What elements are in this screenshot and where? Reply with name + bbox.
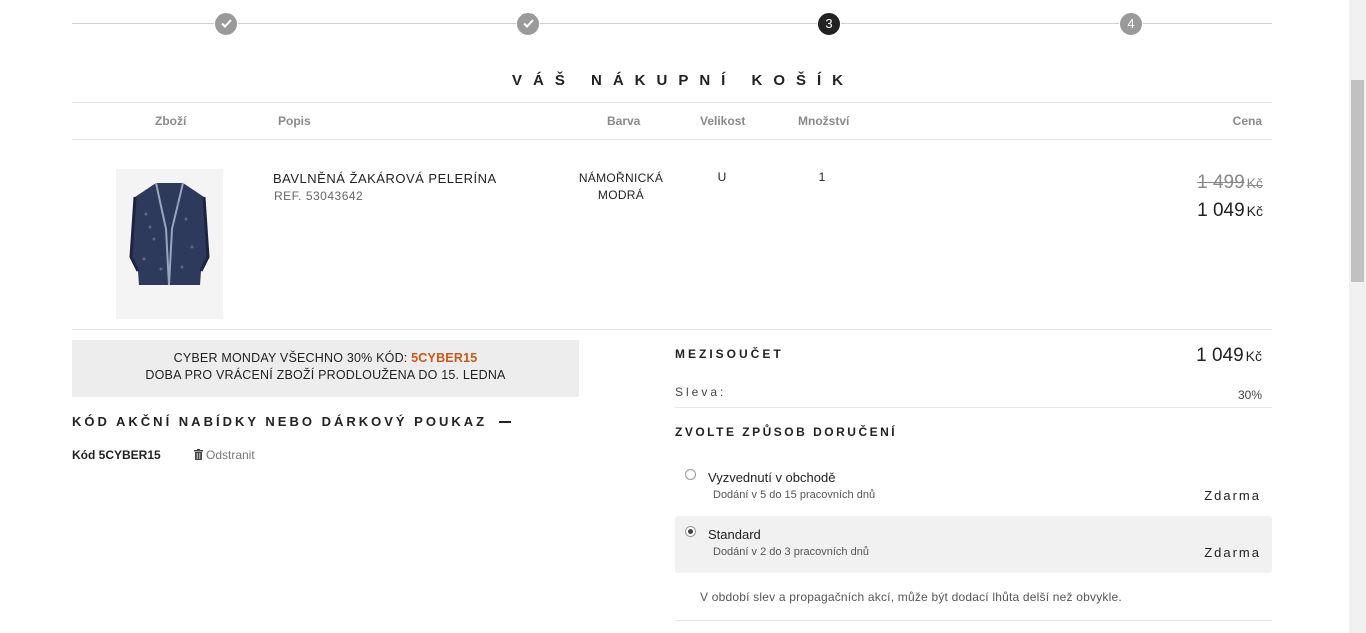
shipping-option-price: Zdarma	[1204, 488, 1261, 503]
applied-promo-code: Kód 5CYBER15	[72, 448, 161, 462]
product-color: NÁMOŘNICKÁ MODRÁ	[560, 170, 682, 204]
promo-banner: CYBER MONDAY VŠECHNO 30% KÓD: 5CYBER15 D…	[72, 340, 579, 397]
radio-store-pickup[interactable]	[685, 469, 696, 480]
shipping-option-price: Zdarma	[1204, 545, 1261, 560]
checkmark-icon	[522, 19, 534, 28]
discount-label: Sleva:	[675, 385, 727, 399]
column-price: Cena	[1232, 114, 1262, 128]
original-price-amount: 1 499	[1197, 172, 1245, 193]
remove-code-label: Odstranit	[206, 448, 255, 462]
subtotal-amount: 1 049	[1196, 345, 1244, 366]
checkout-progress: 3 4	[72, 12, 1272, 36]
shipping-option-desc: Dodání v 5 do 15 pracovních dnů	[713, 489, 876, 501]
row-divider	[72, 329, 1272, 330]
step-1-done[interactable]	[214, 12, 238, 36]
subtotal-label: MEZISOUČET	[675, 347, 784, 361]
bottom-divider	[675, 620, 1272, 621]
checkmark-icon	[220, 19, 232, 28]
product-size: U	[717, 170, 727, 184]
column-quantity: Množství	[798, 114, 850, 128]
step-4-upcoming: 4	[1119, 12, 1143, 36]
trash-icon	[194, 449, 203, 460]
column-description: Popis	[278, 114, 311, 128]
voucher-section-title[interactable]: KÓD AKČNÍ NABÍDKY NEBO DÁRKOVÝ POUKAZ	[72, 414, 487, 429]
remove-code-button[interactable]: Odstranit	[194, 448, 255, 462]
column-item: Zboží	[155, 114, 187, 128]
step-3-current: 3	[817, 12, 841, 36]
sale-price-amount: 1 049	[1197, 200, 1245, 221]
subtotal-value: 1 049 Kč	[1196, 345, 1262, 367]
column-size: Velikost	[700, 114, 746, 128]
sale-price-currency: Kč	[1246, 203, 1263, 219]
radio-standard[interactable]	[685, 526, 696, 537]
scrollbar-thumb[interactable]	[1351, 80, 1364, 282]
original-price: 1 499 Kč	[1197, 172, 1263, 194]
step-2-done[interactable]	[516, 12, 540, 36]
minus-icon[interactable]	[499, 421, 511, 423]
product-quantity[interactable]: 1	[812, 170, 832, 184]
summary-divider	[675, 407, 1272, 408]
sale-price: 1 049 Kč	[1197, 200, 1263, 222]
promo-line-1: CYBER MONDAY VŠECHNO 30% KÓD: 5CYBER15	[72, 350, 579, 367]
shipping-section-title: ZVOLTE ZPŮSOB DORUČENÍ	[675, 425, 898, 439]
shipping-option-store-pickup[interactable]: Vyzvednutí v obchodě Dodání v 5 do 15 pr…	[675, 459, 1272, 516]
cardigan-image	[129, 182, 210, 286]
product-image[interactable]	[116, 169, 223, 319]
subtotal-currency: Kč	[1245, 348, 1262, 364]
promo-code: 5CYBER15	[411, 351, 478, 365]
shipping-option-name: Vyzvednutí v obchodě	[708, 470, 836, 485]
shipping-option-standard[interactable]: Standard Dodání v 2 do 3 pracovních dnů …	[675, 516, 1272, 573]
page-scrollbar[interactable]	[1349, 0, 1366, 633]
product-color-line1: NÁMOŘNICKÁ	[578, 171, 664, 185]
product-color-line2: MODRÁ	[597, 188, 645, 202]
promo-text: CYBER MONDAY VŠECHNO 30% KÓD:	[173, 351, 412, 365]
cart-table-header: Zboží Popis Barva Velikost Množství Cena	[72, 102, 1272, 140]
column-color: Barva	[607, 114, 641, 128]
product-ref: REF. 53043642	[274, 189, 364, 203]
progress-line	[72, 23, 1272, 24]
discount-value: 30%	[1237, 388, 1262, 402]
shipping-option-name: Standard	[708, 527, 761, 542]
page-title: VÁŠ NÁKUPNÍ KOŠÍK	[511, 72, 855, 89]
original-price-currency: Kč	[1246, 175, 1263, 191]
shipping-option-desc: Dodání v 2 do 3 pracovních dnů	[713, 546, 869, 558]
product-name[interactable]: BAVLNĚNÁ ŽAKÁROVÁ PELERÍNA	[273, 171, 497, 186]
promo-line-2: DOBA PRO VRÁCENÍ ZBOŽÍ PRODLOUŽENA DO 15…	[145, 368, 506, 382]
shipping-note: V období slev a propagačních akcí, může …	[700, 590, 1122, 604]
